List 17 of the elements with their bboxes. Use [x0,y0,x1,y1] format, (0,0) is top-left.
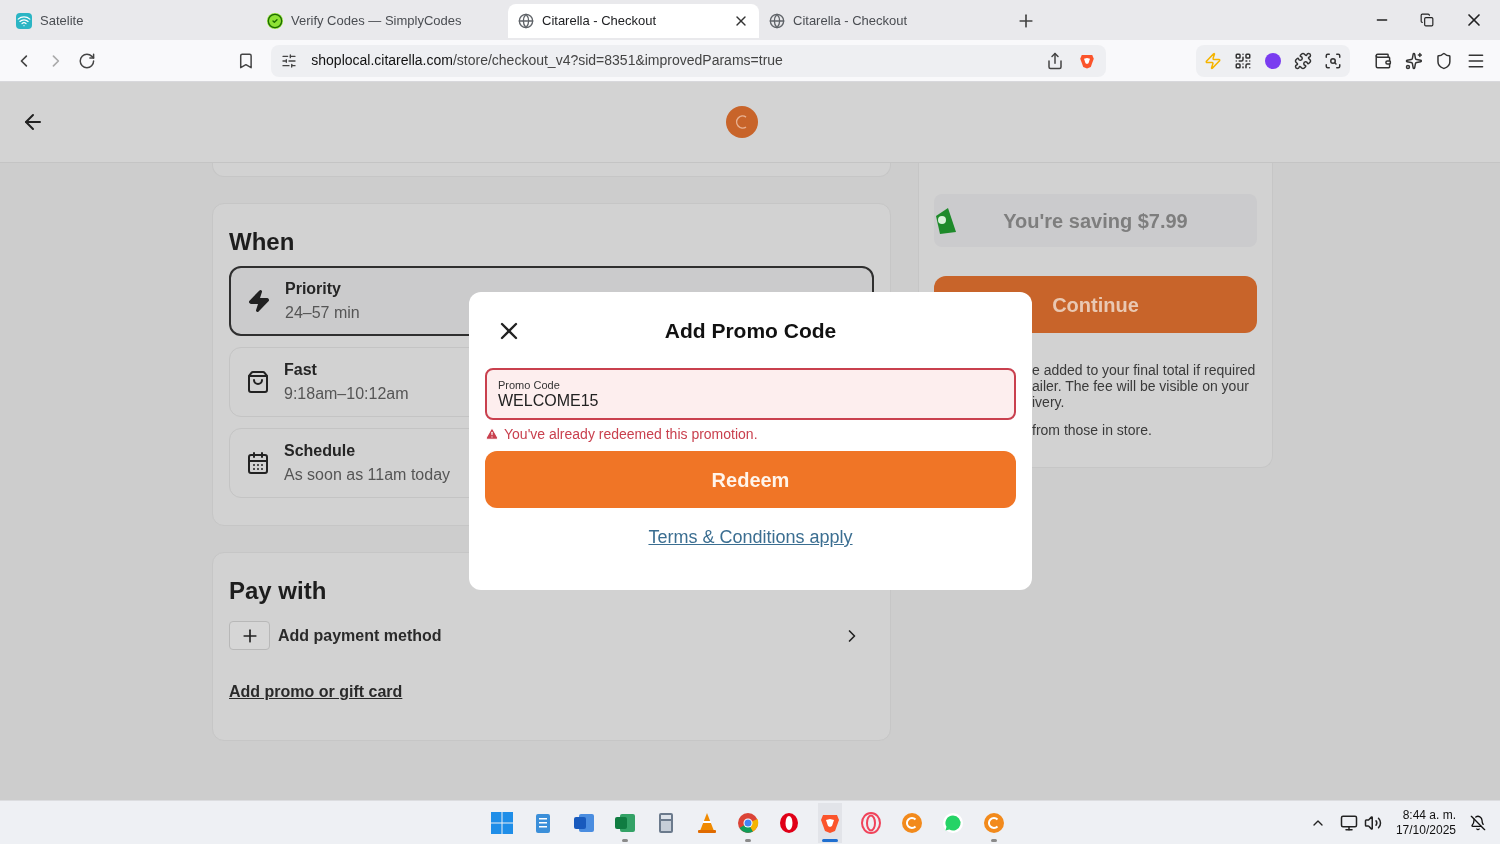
option-subtitle: 24–57 min [285,303,360,323]
section-heading: When [229,228,296,256]
option-title: Priority [285,279,342,299]
option-subtitle: 9:18am–10:12am [284,384,409,404]
fee-note: e added to your final total if required ailer. The fee will be visible on your ivery. [1032,362,1257,410]
field-label: Promo Code [498,378,561,392]
option-subtitle: As soon as 11am today [284,465,451,485]
option-title: Schedule [284,441,357,461]
saving-text: You're saving $7.99 [1002,208,1189,234]
url-text: shoplocal.citarella.com/store/checkout_v4?sid=8351&improvedParams=true [311,51,784,70]
dialog-title: Add Promo Code [664,318,837,345]
option-title: Fast [284,360,318,380]
error-message: You've already redeemed this promotion. [504,424,758,444]
field-value: WELCOME15 [498,391,600,410]
add-payment-text: Add payment method [278,625,443,646]
fee-note: from those in store. [1032,422,1153,438]
section-heading: Pay with [229,577,328,605]
